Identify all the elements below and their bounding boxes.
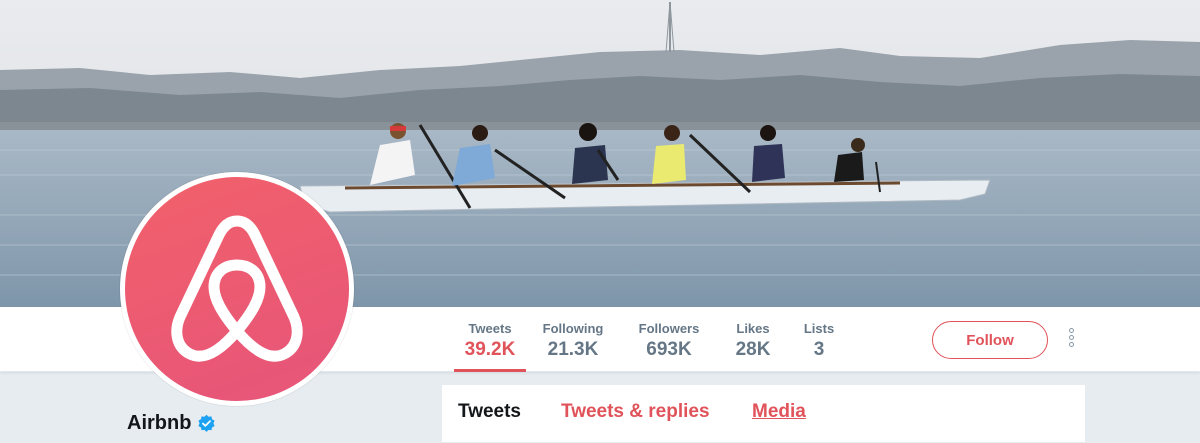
timeline-tabs: Tweets Tweets & replies Media (441, 384, 1086, 443)
stat-following[interactable]: Following 21.3K (540, 307, 606, 372)
profile-name[interactable]: Airbnb (127, 412, 216, 435)
avatar[interactable] (120, 172, 354, 406)
stat-value: 3 (813, 339, 825, 360)
stat-lists[interactable]: Lists 3 (802, 307, 836, 372)
tab-tweets-replies[interactable]: Tweets & replies (561, 401, 710, 423)
stat-label: Lists (803, 321, 835, 336)
stat-label: Tweets (468, 321, 512, 336)
follow-button[interactable]: Follow (932, 321, 1048, 359)
stat-value: 28K (735, 339, 771, 360)
airbnb-logo (125, 177, 349, 401)
stat-value: 39.2K (464, 339, 516, 360)
stat-label: Followers (638, 321, 700, 336)
stat-followers[interactable]: Followers 693K (636, 307, 702, 372)
profile-name-text: Airbnb (127, 412, 192, 434)
tab-media[interactable]: Media (752, 401, 806, 423)
stat-tweets[interactable]: Tweets 39.2K (454, 307, 526, 372)
stat-likes[interactable]: Likes 28K (732, 307, 774, 372)
more-vertical-icon[interactable] (1062, 326, 1080, 354)
verified-badge-icon (198, 414, 216, 432)
stat-label: Following (542, 321, 604, 336)
tab-tweets[interactable]: Tweets (458, 401, 521, 423)
stat-label: Likes (736, 321, 770, 336)
stat-value: 693K (646, 339, 692, 360)
stat-value: 21.3K (547, 339, 599, 360)
airbnb-belo-icon (171, 215, 303, 362)
